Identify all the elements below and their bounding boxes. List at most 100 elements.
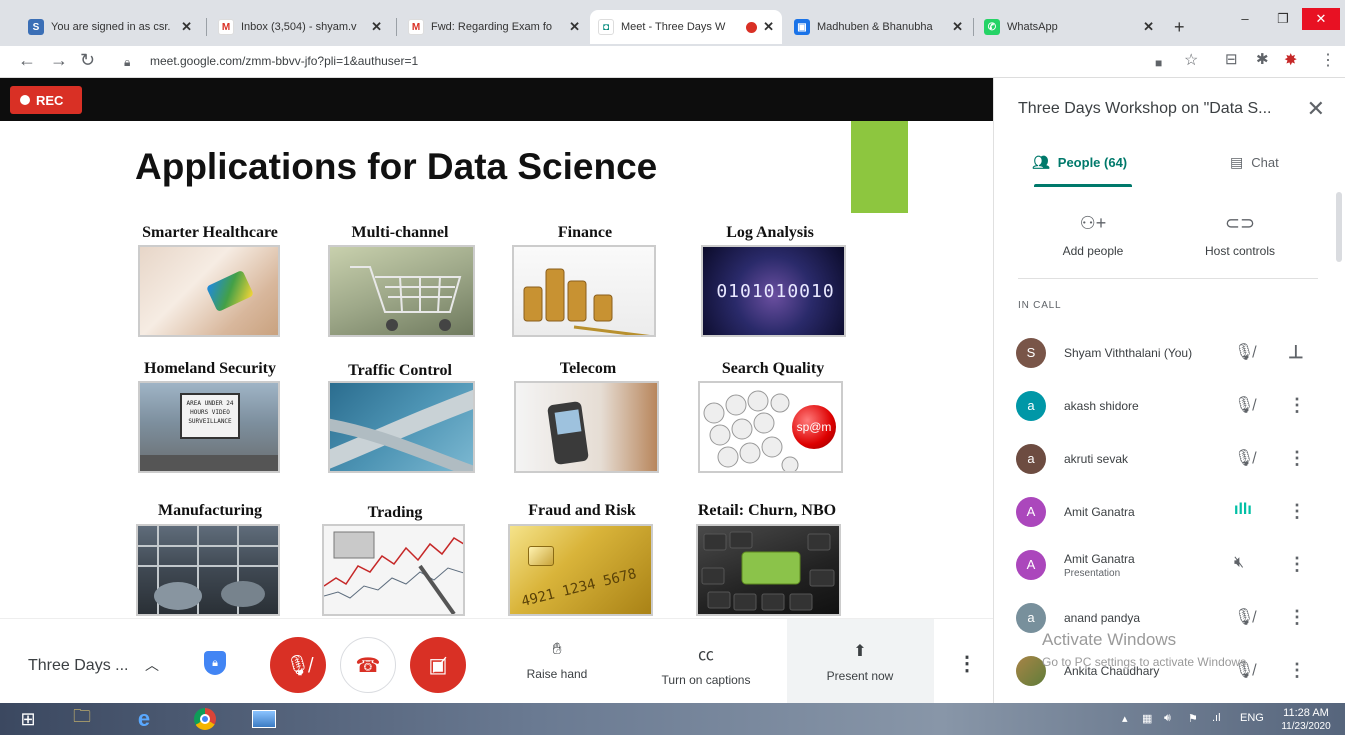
windows-start-icon[interactable]: ⊞ [8, 706, 48, 732]
more-options-icon[interactable]: ⋮ [1288, 607, 1306, 628]
internet-explorer-icon[interactable]: e [124, 706, 164, 732]
slide-accent-block [851, 121, 908, 213]
camera-icon[interactable]: ■ [1155, 56, 1162, 70]
slide-item-label: Retail: Churn, NBO [697, 502, 837, 519]
keyboard-image [696, 524, 841, 616]
close-icon[interactable]: ✕ [952, 19, 963, 35]
photos-icon[interactable] [244, 706, 284, 732]
chat-icon: ▤ [1230, 154, 1244, 170]
present-now-button[interactable]: ⬆︎ Present now [815, 641, 905, 683]
participant-row[interactable]: S Shyam Viththalani (You) 🎙︎̸ ⊥ [1016, 328, 1326, 382]
tray-overflow-icon[interactable]: ▴ [1122, 712, 1128, 725]
mic-off-icon: 🎙︎̸ [1234, 609, 1255, 626]
more-options-icon[interactable]: ⋮ [1288, 554, 1306, 575]
volume-icon[interactable]: 🔊︎ [1164, 712, 1171, 725]
signal-icon[interactable]: .ıl [1212, 712, 1221, 724]
tab-chat[interactable]: ▤ Chat [1230, 154, 1279, 171]
leave-call-button[interactable]: ☎︎ [340, 637, 396, 693]
more-options-icon[interactable]: ⋮ [1288, 448, 1306, 469]
network-icon[interactable]: ▦ [1142, 712, 1152, 725]
participant-row[interactable]: A Amit Ganatra Presentation 🔇︎ ⋮ [1016, 540, 1326, 594]
recording-dot-icon [746, 21, 758, 33]
close-icon[interactable]: ✕ [763, 19, 774, 35]
tab-whatsapp[interactable]: ✆ WhatsApp ✕ [976, 10, 1162, 44]
camera-off-button[interactable]: ▣̸ [410, 637, 466, 693]
in-call-heading: IN CALL [1018, 300, 1062, 311]
add-people-label: Add people [1062, 244, 1124, 258]
close-panel-icon[interactable]: ✕ [1307, 96, 1325, 122]
restore-button[interactable]: ❐ [1264, 8, 1302, 30]
slide-item-label: Telecom [559, 360, 617, 377]
kebab-menu-icon[interactable]: ⋮ [1320, 50, 1336, 70]
window-close-button[interactable]: ✕ [1302, 8, 1340, 30]
recording-badge: REC [10, 86, 82, 114]
meeting-details-button[interactable]: Three Days ... ︿ [28, 655, 159, 675]
tab-title: Meet - Three Days W [621, 21, 726, 33]
record-icon [20, 95, 30, 105]
surveillance-sign-text: AREA UNDER 24 HOURS VIDEO SURVEILLANCE [180, 393, 240, 439]
new-tab-button[interactable]: + [1166, 10, 1200, 44]
clock-time: 11:28 AM [1283, 707, 1329, 719]
panel-scrollbar[interactable] [1336, 192, 1342, 262]
lock-icon[interactable]: 🔒︎ [124, 55, 130, 70]
close-icon[interactable]: ✕ [1143, 19, 1154, 35]
slide-item-label: Homeland Security [144, 360, 276, 377]
close-icon[interactable]: ✕ [181, 19, 192, 35]
url-field[interactable]: meet.google.com/zmm-bbvv-jfo?pli=1&authu… [150, 54, 418, 68]
avatar: A [1016, 550, 1046, 580]
extension-badge-icon[interactable]: ✸ [1284, 50, 1297, 70]
clock[interactable]: 11:28 AM 11/23/2020 [1280, 706, 1332, 734]
assembly-line-graphic [138, 526, 278, 614]
extensions-icon[interactable]: ✱ [1256, 50, 1269, 68]
back-arrow-icon[interactable]: ← [18, 50, 36, 71]
tab-madhuben[interactable]: ▣ Madhuben & Bhanubha ✕ [786, 10, 971, 44]
present-screen-icon: ⬆︎ [853, 643, 867, 660]
tab-separator [973, 18, 974, 36]
tab-separator [206, 18, 207, 36]
raise-hand-button[interactable]: ✋︎ Raise hand [520, 641, 594, 681]
chrome-icon[interactable] [185, 706, 225, 732]
pin-icon[interactable]: ⊥ [1288, 342, 1304, 363]
video-off-icon: ▣̸ [428, 654, 448, 677]
forward-arrow-icon[interactable]: → [50, 50, 68, 71]
more-options-icon[interactable]: ⋮ [1288, 501, 1306, 522]
slide-item-label: Multi-channel [351, 224, 449, 241]
participant-row[interactable]: a akash shidore 🎙︎̸ ⋮ [1016, 381, 1326, 435]
more-options-icon[interactable]: ⋮ [1288, 395, 1306, 416]
panel-title: Three Days Workshop on "Data S... [1018, 100, 1272, 117]
shield-icon[interactable]: 🔒︎ [204, 651, 226, 675]
flag-icon[interactable]: ⚑ [1188, 712, 1198, 725]
tab-inbox[interactable]: M Inbox (3,504) - shyam.v ✕ [210, 10, 390, 44]
close-icon[interactable]: ✕ [569, 19, 580, 35]
language-indicator[interactable]: ENG [1240, 712, 1264, 724]
star-icon[interactable]: ☆ [1184, 50, 1198, 70]
screen-reader-icon[interactable]: ⊟ [1225, 50, 1238, 68]
tab-people[interactable]: 👥︎ People (64) [1032, 154, 1127, 171]
speaking-icon: ıllı [1234, 501, 1252, 518]
tab-fwd-exam[interactable]: M Fwd: Regarding Exam fo ✕ [400, 10, 588, 44]
more-options-icon[interactable]: ⋮ [957, 651, 977, 676]
volume-off-icon: 🔇︎ [1234, 554, 1245, 571]
tab-title: You are signed in as csr. [51, 21, 171, 33]
tab-meet-active[interactable]: ◘ Meet - Three Days W ✕ [590, 10, 782, 44]
host-controls-button[interactable]: ⊂⊃ Host controls [1180, 213, 1300, 258]
reload-icon[interactable]: ↻ [80, 50, 95, 71]
participant-name: akash shidore [1064, 399, 1139, 413]
add-people-button[interactable]: ⚇+ Add people [1033, 213, 1153, 258]
close-icon[interactable]: ✕ [371, 19, 382, 35]
file-explorer-icon[interactable]: 🗀︎ [62, 706, 102, 732]
tab-signed-in[interactable]: S You are signed in as csr. ✕ [20, 10, 200, 44]
slide-title: Applications for Data Science [135, 146, 658, 187]
participant-row[interactable]: a akruti sevak 🎙︎̸ ⋮ [1016, 434, 1326, 488]
more-options-icon[interactable]: ⋮ [1288, 660, 1306, 681]
meet-icon: ◘ [598, 19, 614, 35]
card-number-text: 4921 1234 5678 [519, 565, 639, 611]
participant-row[interactable]: A Amit Ganatra ıllı ⋮ [1016, 487, 1326, 541]
captions-button[interactable]: ㏄ Turn on captions [650, 641, 762, 687]
divider [1018, 278, 1318, 279]
healthcare-image [138, 245, 280, 337]
microphone-off-button[interactable]: 🎙︎̸ [270, 637, 326, 693]
slide-item-label: Finance [557, 224, 613, 241]
minimize-button[interactable]: – [1226, 8, 1264, 30]
telecom-phone-image [514, 381, 659, 473]
